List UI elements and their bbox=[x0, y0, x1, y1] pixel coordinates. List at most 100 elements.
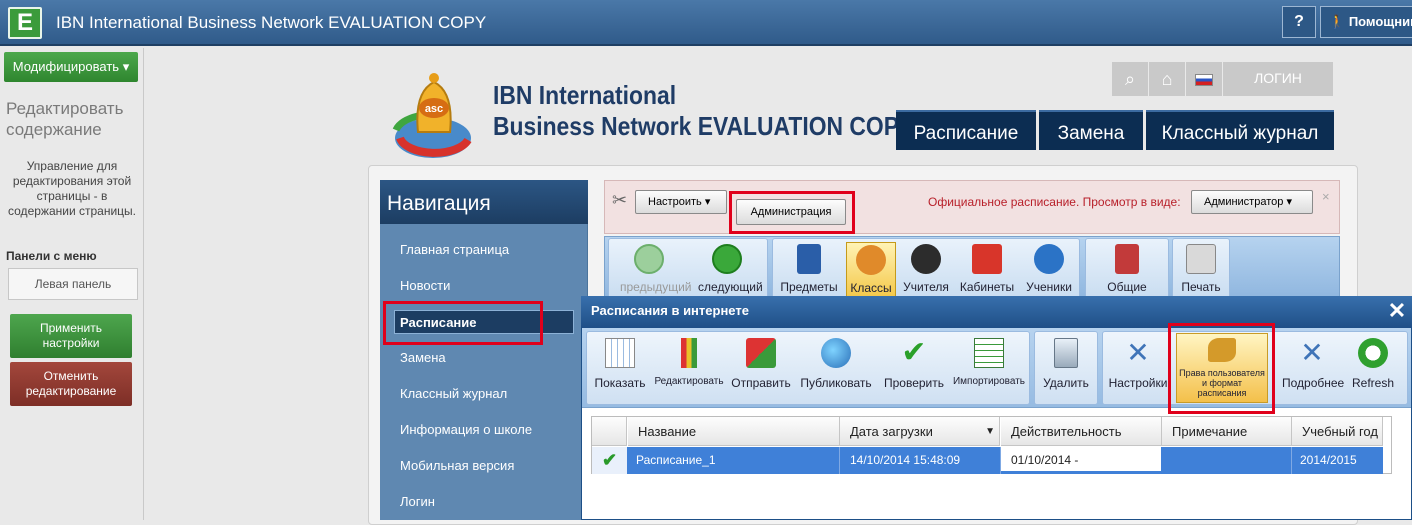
book-icon bbox=[797, 244, 821, 274]
column-header-select bbox=[592, 417, 627, 446]
configure-dropdown[interactable]: Настроить ▾ bbox=[635, 190, 727, 214]
subjects-button[interactable]: Предметы bbox=[780, 242, 838, 298]
tab-class-journal[interactable]: Классный журнал bbox=[1146, 110, 1334, 150]
trash-icon bbox=[1054, 338, 1078, 368]
apply-settings-button[interactable]: Применить настройки bbox=[10, 314, 132, 358]
classes-button[interactable]: Классы bbox=[846, 242, 896, 298]
show-button[interactable]: Показать bbox=[590, 334, 650, 402]
tab-schedule[interactable]: Расписание bbox=[896, 110, 1036, 150]
general-button[interactable]: Общие bbox=[1098, 242, 1156, 298]
send-icon bbox=[746, 338, 776, 368]
more-label: Подробнее bbox=[1282, 376, 1345, 390]
import-table-icon bbox=[974, 338, 1004, 368]
nav-item-login[interactable]: Логин bbox=[398, 490, 578, 514]
house-icon bbox=[972, 244, 1002, 274]
print-button[interactable]: Печать bbox=[1172, 242, 1230, 298]
column-header-validity[interactable]: Действительность bbox=[1001, 417, 1162, 446]
nav-item-mobile[interactable]: Мобильная версия bbox=[398, 454, 578, 478]
view-as-select[interactable]: Администратор ▾ bbox=[1191, 190, 1313, 214]
cell-name: Расписание_1 bbox=[628, 447, 840, 474]
nav-item-school-info[interactable]: Информация о школе bbox=[398, 418, 578, 442]
teachers-button[interactable]: Учителя bbox=[897, 242, 955, 298]
edit-description: Управление для редактирования этой стран… bbox=[8, 159, 136, 218]
settings-button[interactable]: ✕ Настройки bbox=[1106, 334, 1170, 402]
column-header-uploaded[interactable]: Дата загрузки ▼ bbox=[840, 417, 1000, 446]
subjects-label: Предметы bbox=[780, 280, 838, 294]
arrow-right-icon bbox=[712, 244, 742, 274]
settings-label: Настройки bbox=[1108, 376, 1168, 390]
nav-item-news[interactable]: Новости bbox=[398, 274, 578, 298]
publish-label: Публиковать bbox=[800, 376, 872, 390]
more-button[interactable]: ✕ Подробнее bbox=[1282, 334, 1345, 402]
nav-item-home[interactable]: Главная страница bbox=[398, 238, 578, 262]
helper-button[interactable]: 🚶 Помощник bbox=[1320, 6, 1412, 38]
site-title-line2: Business Network EVALUATION COPY bbox=[493, 111, 915, 141]
search-icon[interactable]: ⌕ bbox=[1112, 62, 1148, 96]
nav-item-class-journal[interactable]: Классный журнал bbox=[398, 382, 578, 406]
close-icon[interactable]: × bbox=[1322, 189, 1330, 204]
left-panel-button[interactable]: Левая панель bbox=[8, 268, 138, 300]
modify-button[interactable]: Модифицировать ▾ bbox=[4, 52, 138, 82]
refresh-label: Refresh bbox=[1351, 376, 1395, 390]
site-title-line1: IBN International bbox=[493, 80, 677, 110]
chevron-down-icon: ▾ bbox=[122, 59, 130, 74]
student-icon bbox=[1034, 244, 1064, 274]
asc-bell-logo: asc bbox=[392, 73, 472, 158]
schedule-nav-highlight bbox=[383, 301, 543, 345]
dialog-close-icon[interactable]: ✕ bbox=[1383, 296, 1411, 326]
rooms-button[interactable]: Кабинеты bbox=[958, 242, 1016, 298]
check-button[interactable]: ✔ Проверить bbox=[880, 334, 948, 402]
globe-icon bbox=[821, 338, 851, 368]
menu-panels-label: Панели с меню bbox=[6, 249, 97, 263]
documents-icon bbox=[1115, 244, 1139, 274]
app-title: IBN International Business Network EVALU… bbox=[56, 13, 487, 32]
delete-label: Удалить bbox=[1043, 376, 1089, 390]
uploaded-header-label: Дата загрузки bbox=[850, 424, 933, 439]
chevron-down-icon: ▾ bbox=[1286, 196, 1292, 208]
checkmark-icon: ✔ bbox=[901, 336, 927, 369]
cell-validity[interactable]: 01/10/2014 - bbox=[1001, 447, 1161, 474]
official-schedule-text: Официальное расписание. Просмотр в виде: bbox=[928, 195, 1181, 209]
check-icon: ✔ bbox=[592, 447, 627, 474]
column-header-school-year[interactable]: Учебный год bbox=[1292, 417, 1383, 446]
home-icon[interactable]: ⌂ bbox=[1149, 62, 1185, 96]
publish-button[interactable]: Публиковать bbox=[798, 334, 874, 402]
user-rights-highlight bbox=[1168, 323, 1275, 414]
students-label: Ученики bbox=[1026, 280, 1072, 294]
refresh-icon bbox=[1358, 338, 1388, 368]
column-header-note[interactable]: Примечание bbox=[1162, 417, 1292, 446]
chevron-down-icon: ▾ bbox=[704, 196, 711, 208]
printer-icon bbox=[1186, 244, 1216, 274]
language-button[interactable] bbox=[1186, 62, 1222, 96]
nav-item-substitution[interactable]: Замена bbox=[398, 346, 578, 370]
edit-content-title: Редактировать содержание bbox=[6, 99, 124, 139]
refresh-button[interactable]: Refresh bbox=[1346, 334, 1400, 402]
next-button[interactable]: следующий bbox=[698, 242, 763, 298]
tools-icon: ✂ bbox=[612, 190, 628, 210]
configure-label: Настроить bbox=[648, 196, 702, 208]
wrench-icon: ✕ bbox=[1300, 337, 1324, 368]
check-label: Проверить bbox=[883, 376, 944, 390]
previous-button[interactable]: предыдущий bbox=[620, 242, 692, 298]
import-label: Импортировать bbox=[952, 376, 1025, 387]
previous-label: предыдущий bbox=[620, 280, 692, 294]
send-button[interactable]: Отправить bbox=[728, 334, 794, 402]
edit-button[interactable]: Редактировать bbox=[654, 334, 724, 402]
delete-button[interactable]: Удалить bbox=[1038, 334, 1094, 402]
print-label: Печать bbox=[1181, 280, 1221, 294]
cancel-editing-button[interactable]: Отменить редактирование bbox=[10, 362, 132, 406]
tab-substitution[interactable]: Замена bbox=[1039, 110, 1143, 150]
edit-label: Редактировать bbox=[654, 376, 724, 387]
students-button[interactable]: Ученики bbox=[1020, 242, 1078, 298]
cell-note bbox=[1162, 447, 1292, 474]
help-button[interactable]: ? bbox=[1282, 6, 1316, 38]
import-button[interactable]: Импортировать bbox=[952, 334, 1026, 402]
login-button[interactable]: ЛОГИН bbox=[1223, 62, 1333, 96]
general-label: Общие bbox=[1107, 280, 1147, 294]
send-label: Отправить bbox=[731, 376, 791, 390]
column-header-name[interactable]: Название bbox=[628, 417, 840, 446]
classes-label: Классы bbox=[850, 281, 892, 295]
rooms-label: Кабинеты bbox=[959, 280, 1015, 294]
svg-text:asc: asc bbox=[425, 103, 443, 115]
sort-down-icon: ▼ bbox=[985, 426, 995, 437]
